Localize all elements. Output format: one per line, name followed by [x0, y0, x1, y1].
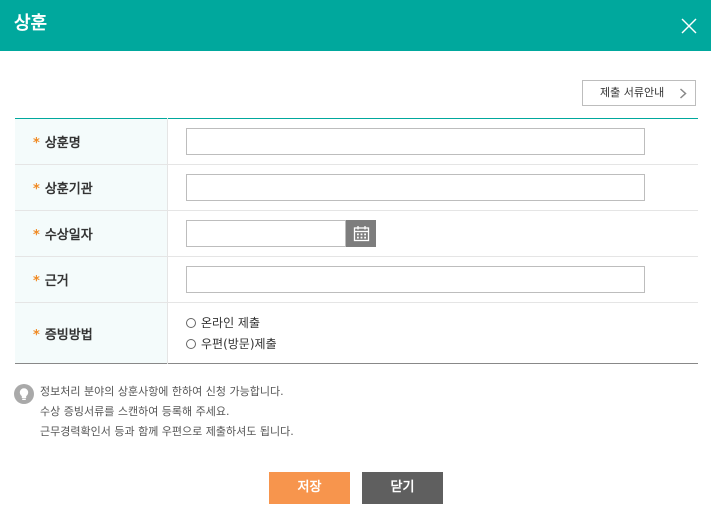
- basis-label: * 근거: [15, 256, 168, 303]
- award-date-label: * 수상일자: [15, 210, 168, 257]
- close-icon: [681, 18, 697, 34]
- document-guide-label: 제출 서류안내: [600, 86, 665, 99]
- required-mark: *: [33, 136, 40, 151]
- required-mark: *: [33, 274, 40, 289]
- award-name-input[interactable]: [186, 128, 645, 155]
- dialog-header: 상훈: [0, 0, 711, 51]
- form-row-award-agency: * 상훈기관: [15, 164, 698, 211]
- close-button[interactable]: 닫기: [362, 472, 443, 504]
- radio-mail[interactable]: [186, 338, 196, 349]
- notice-line: 정보처리 분야의 상훈사항에 한하여 신청 가능합니다.: [40, 385, 284, 398]
- proof-option-mail-label: 우편(방문)제출: [201, 337, 277, 351]
- award-agency-label: * 상훈기관: [15, 164, 168, 211]
- calendar-icon: [353, 226, 369, 242]
- save-button[interactable]: 저장: [269, 472, 350, 504]
- notice-line: 근무경력확인서 등과 함께 우편으로 제출하셔도 됩니다.: [40, 425, 294, 438]
- award-date-input[interactable]: [186, 220, 346, 247]
- proof-option-online-label: 온라인 제출: [201, 316, 261, 330]
- proof-method-label: * 증빙방법: [15, 302, 168, 364]
- award-agency-input[interactable]: [186, 174, 645, 201]
- notice-line: 수상 증빙서류를 스캔하여 등록해 주세요.: [40, 405, 230, 418]
- basis-input[interactable]: [186, 266, 645, 293]
- radio-online[interactable]: [186, 317, 196, 328]
- close-dialog-button[interactable]: [679, 16, 699, 36]
- calendar-button[interactable]: [346, 220, 376, 247]
- required-mark: *: [33, 182, 40, 197]
- form-row-award-name: * 상훈명: [15, 118, 698, 165]
- document-guide-button[interactable]: 제출 서류안내: [582, 80, 696, 106]
- dialog-title: 상훈: [14, 13, 48, 34]
- proof-option-mail[interactable]: 우편(방문)제출: [186, 333, 698, 354]
- notice-text: 정보처리 분야의 상훈사항에 한하여 신청 가능합니다. 수상 증빙서류를 스캔…: [40, 382, 440, 442]
- proof-option-online[interactable]: 온라인 제출: [186, 312, 698, 333]
- lightbulb-icon: [14, 384, 34, 404]
- award-name-label: * 상훈명: [15, 118, 168, 165]
- form-row-basis: * 근거: [15, 256, 698, 303]
- award-form: * 상훈명 * 상훈기관 * 수상일자 * 근거 * 증빙방법 온라인 제출 우…: [15, 118, 698, 364]
- form-row-award-date: * 수상일자: [15, 210, 698, 257]
- form-row-proof-method: * 증빙방법 온라인 제출 우편(방문)제출: [15, 302, 698, 364]
- required-mark: *: [33, 327, 40, 343]
- award-date-picker: [186, 220, 698, 247]
- chevron-right-icon: [679, 88, 687, 99]
- required-mark: *: [33, 228, 40, 243]
